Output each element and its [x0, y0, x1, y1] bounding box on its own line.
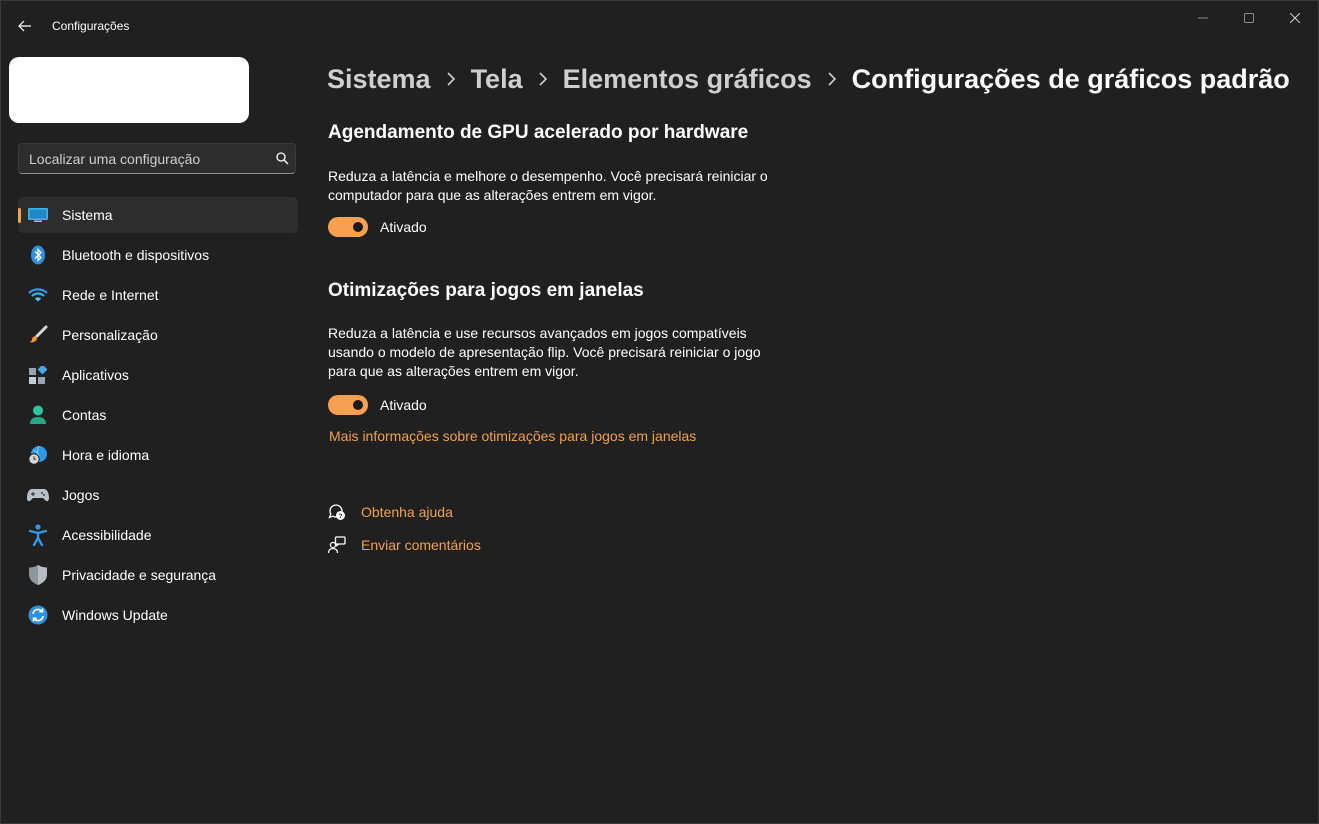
close-icon: [1290, 13, 1300, 23]
windowed-games-more-info-link[interactable]: Mais informações sobre otimizações para …: [329, 428, 696, 444]
help-chat-icon: ?: [327, 502, 347, 522]
sidebar-item-contas[interactable]: Contas: [18, 397, 298, 433]
gpu-scheduling-toggle-state: Ativado: [380, 219, 427, 235]
sidebar-item-label: Windows Update: [62, 607, 168, 623]
chevron-right-icon: [539, 72, 547, 86]
sidebar-item-bluetooth[interactable]: Bluetooth e dispositivos: [18, 237, 298, 273]
gpu-scheduling-description: Reduza a latência e melhore o desempenho…: [328, 168, 768, 203]
selection-indicator: [18, 208, 21, 223]
sidebar-item-hora-idioma[interactable]: Hora e idioma: [18, 437, 298, 473]
page-title: Configurações de gráficos padrão: [851, 63, 1290, 94]
get-help-link[interactable]: Obtenha ajuda: [361, 504, 453, 520]
brush-icon: [27, 324, 49, 346]
minimize-button[interactable]: [1180, 1, 1226, 35]
gamepad-icon: [27, 484, 49, 506]
chevron-right-icon: [446, 72, 455, 86]
update-icon: [27, 604, 49, 626]
back-button[interactable]: [11, 13, 39, 39]
sidebar-item-aplicativos[interactable]: Aplicativos: [18, 357, 298, 393]
sidebar-nav: Sistema Bluetooth e dispositivos Rede e …: [18, 197, 298, 637]
person-icon: [27, 404, 49, 426]
sidebar-item-label: Bluetooth e dispositivos: [62, 247, 210, 263]
send-feedback-link[interactable]: Enviar comentários: [361, 537, 481, 553]
sidebar-item-label: Privacidade e segurança: [62, 567, 217, 583]
globe-clock-icon: [27, 444, 49, 466]
sidebar-item-label: Acessibilidade: [62, 527, 152, 543]
sidebar-item-label: Jogos: [62, 487, 100, 503]
sidebar-item-privacidade[interactable]: Privacidade e segurança: [18, 557, 298, 593]
sidebar-item-rede[interactable]: Rede e Internet: [18, 277, 298, 313]
gpu-scheduling-toggle[interactable]: [328, 217, 368, 237]
shield-icon: [27, 564, 49, 586]
sidebar-item-jogos[interactable]: Jogos: [18, 477, 298, 513]
accessibility-icon: [27, 524, 49, 546]
sidebar-item-acessibilidade[interactable]: Acessibilidade: [18, 517, 298, 553]
windowed-games-title: Otimizações para jogos em janelas: [328, 280, 644, 301]
get-help-row[interactable]: ? Obtenha ajuda: [327, 502, 453, 522]
toggle-knob: [353, 400, 363, 410]
sidebar-item-label: Contas: [62, 407, 107, 423]
chevron-right-icon: [828, 72, 836, 86]
sidebar-item-label: Aplicativos: [62, 367, 129, 383]
windowed-games-toggle-row: Ativado: [328, 395, 427, 415]
user-profile-card[interactable]: [9, 57, 249, 123]
sidebar-item-label: Sistema: [62, 207, 113, 223]
settings-window: Configurações Localizar uma configuração…: [0, 0, 1319, 824]
gpu-scheduling-toggle-row: Ativado: [328, 217, 427, 237]
bluetooth-icon: [27, 244, 49, 266]
gpu-scheduling-title: Agendamento de GPU acelerado por hardwar…: [328, 122, 749, 143]
search-icon[interactable]: [269, 152, 295, 165]
breadcrumb-item-tela[interactable]: Tela: [471, 64, 523, 95]
breadcrumb-item-elementos-graficos[interactable]: Elementos gráficos: [563, 64, 812, 95]
sidebar-item-sistema[interactable]: Sistema: [18, 197, 298, 233]
breadcrumb: Sistema Tela Elementos gráficos Configur…: [327, 59, 1290, 99]
sidebar-item-windows-update[interactable]: Windows Update: [18, 597, 298, 633]
toggle-knob: [353, 222, 363, 232]
app-title: Configurações: [52, 19, 130, 33]
apps-icon: [27, 364, 49, 386]
feedback-row[interactable]: Enviar comentários: [327, 535, 481, 555]
arrow-left-icon: [18, 20, 31, 32]
windowed-games-description: Reduza a latência e use recursos avançad…: [328, 325, 761, 379]
windowed-games-toggle-state: Ativado: [380, 397, 427, 413]
minimize-icon: [1198, 17, 1208, 19]
sidebar-item-label: Personalização: [62, 327, 158, 343]
search-input[interactable]: [19, 149, 269, 168]
search-box[interactable]: [18, 143, 296, 174]
window-controls: [1180, 1, 1318, 35]
monitor-icon: [27, 204, 49, 226]
sidebar-item-label: Rede e Internet: [62, 287, 159, 303]
sidebar-item-personalizacao[interactable]: Personalização: [18, 317, 298, 353]
maximize-button[interactable]: [1226, 1, 1272, 35]
svg-text:?: ?: [339, 513, 343, 520]
wifi-icon: [27, 284, 49, 306]
maximize-icon: [1244, 13, 1254, 23]
close-button[interactable]: [1272, 1, 1318, 35]
feedback-icon: [327, 535, 347, 555]
title-bar: Configurações: [1, 1, 1318, 51]
breadcrumb-item-sistema[interactable]: Sistema: [327, 64, 431, 95]
windowed-games-toggle[interactable]: [328, 395, 368, 415]
sidebar-item-label: Hora e idioma: [62, 447, 150, 463]
